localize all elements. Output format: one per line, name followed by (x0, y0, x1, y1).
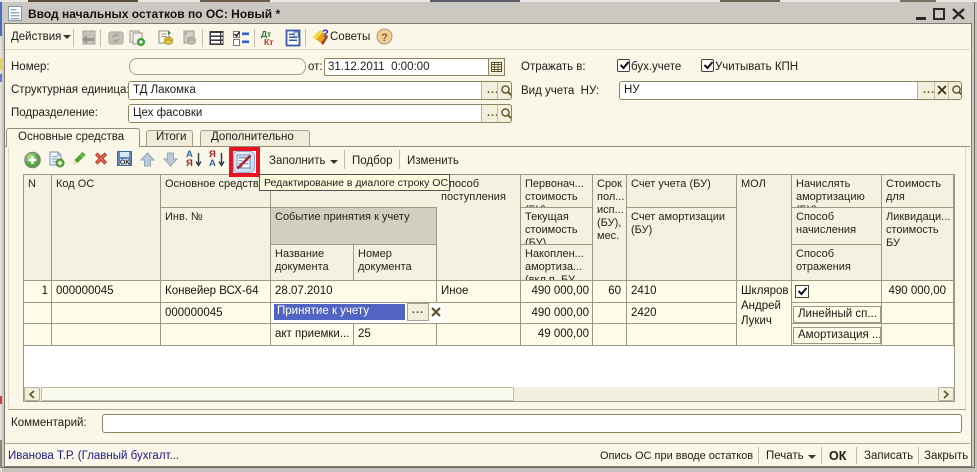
svg-text:?: ? (322, 28, 329, 40)
svg-text:ОК: ОК (120, 159, 130, 166)
svg-text:?: ? (381, 32, 388, 44)
